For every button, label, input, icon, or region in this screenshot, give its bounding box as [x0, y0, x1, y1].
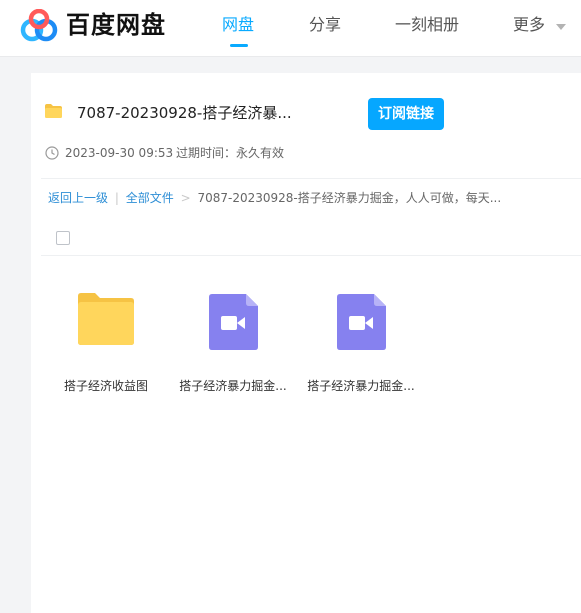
back-link[interactable]: 返回上一级 — [48, 191, 108, 205]
file-name: 搭子经济暴力掘金... — [307, 379, 415, 393]
folder-icon — [78, 293, 134, 345]
expire-time: 过期时间：永久有效 — [176, 146, 285, 160]
nav-share[interactable]: 分享 — [309, 15, 341, 35]
video-file-icon — [209, 294, 258, 350]
nav-active-indicator — [230, 44, 248, 47]
file-item[interactable]: 搭子经济收益图 — [51, 290, 161, 400]
folder-icon — [45, 104, 62, 118]
all-files-link[interactable]: 全部文件 — [126, 191, 174, 205]
divider — [41, 178, 581, 179]
share-title: 7087-20230928-搭子经济暴... — [77, 104, 292, 122]
select-all-checkbox[interactable] — [56, 231, 70, 245]
divider — [41, 255, 581, 256]
share-date: 2023-09-30 09:53 — [65, 146, 174, 160]
file-item[interactable]: 搭子经济暴力掘金... — [306, 290, 416, 400]
breadcrumb-arrow: > — [180, 191, 191, 205]
baidu-netdisk-logo[interactable] — [19, 9, 59, 43]
breadcrumb-divider: | — [114, 191, 119, 205]
nav-netdisk[interactable]: 网盘 — [222, 15, 254, 35]
breadcrumb: 返回上一级 | 全部文件 > 7087-20230928-搭子经济暴力掘金，人人… — [48, 191, 501, 206]
nav-album[interactable]: 一刻相册 — [395, 15, 459, 35]
top-header: 百度网盘 网盘 分享 一刻相册 更多 — [0, 0, 581, 57]
chevron-down-icon[interactable] — [556, 24, 566, 30]
brand-name[interactable]: 百度网盘 — [66, 10, 166, 40]
nav-more[interactable]: 更多 — [513, 15, 545, 35]
breadcrumb-current: 7087-20230928-搭子经济暴力掘金，人人可做，每天... — [197, 191, 502, 205]
file-item[interactable]: 搭子经济暴力掘金... — [178, 290, 288, 400]
video-file-icon — [337, 294, 386, 350]
file-name: 搭子经济暴力掘金... — [179, 379, 287, 393]
clock-icon — [45, 146, 59, 160]
file-name: 搭子经济收益图 — [63, 379, 148, 393]
subscribe-link-button[interactable]: 订阅链接 — [368, 98, 444, 130]
